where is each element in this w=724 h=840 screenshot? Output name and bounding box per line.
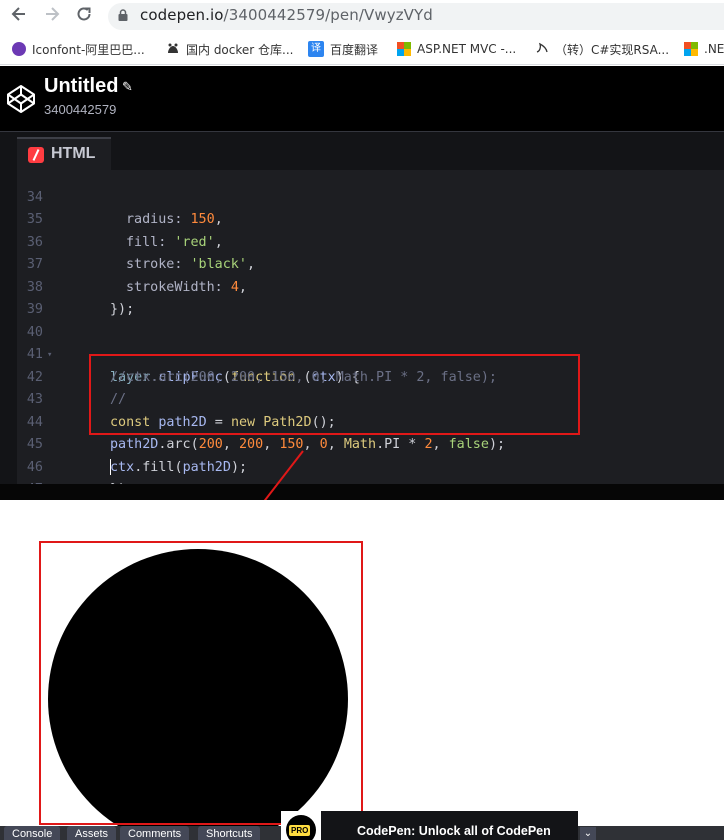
microsoft-icon <box>397 42 411 56</box>
bookmark-label: .NE <box>704 42 724 56</box>
code-line: 39 <box>17 277 717 317</box>
iconfont-icon <box>12 42 26 56</box>
back-arrow-icon[interactable] <box>8 5 30 27</box>
url-host: codepen.io <box>140 6 224 24</box>
code-line: 40 ▾ layer.clipFunc(function (ctx) { <box>17 299 717 385</box>
bookmark-label: 国内 docker 仓库... <box>186 42 294 57</box>
blog-icon <box>535 41 549 57</box>
tab-html-label: HTML <box>51 145 96 162</box>
code-line: 38 }); <box>17 254 717 318</box>
pro-badge-icon: PRO <box>286 815 316 840</box>
bookmark-aspnet[interactable]: ASP.NET MVC -... <box>397 40 516 58</box>
comments-button[interactable]: Comments <box>120 826 190 840</box>
bookmark-label: （转）C#实现RSA... <box>555 42 670 57</box>
code-line: 35 fill: 'red', <box>17 187 717 250</box>
code-line: 36 stroke: 'black', <box>17 209 717 273</box>
forward-arrow-icon[interactable] <box>41 5 63 27</box>
url-path: /3400442579/pen/VwyzVYd <box>223 6 433 24</box>
editor-resize-bar[interactable] <box>0 484 724 500</box>
bookmark-label: 百度翻译 <box>330 42 379 57</box>
translate-icon: 译 <box>308 41 324 57</box>
pen-owner[interactable]: 3400442579 <box>44 102 116 117</box>
pro-promo-text[interactable]: CodePen: Unlock all of CodePen <box>357 824 551 838</box>
code-line: 37 strokeWidth: 4, <box>17 232 717 295</box>
edit-pencil-icon[interactable]: ✎ <box>122 80 133 95</box>
pro-badge-label: PRO <box>289 825 311 836</box>
close-toast-icon[interactable]: ⌄ <box>580 827 596 840</box>
codepen-logo-icon[interactable] <box>6 84 36 114</box>
editor-side-gutter <box>0 170 17 486</box>
bookmark-dotnet[interactable]: .NE <box>684 40 724 58</box>
code-line: 34 radius: 150, <box>17 164 717 228</box>
code-editor[interactable]: 34 radius: 150, 35 fill: 'red', 36 strok… <box>17 170 724 498</box>
bookmark-label: Iconfont-阿里巴巴... <box>32 42 145 57</box>
assets-button[interactable]: Assets <box>67 826 117 840</box>
lock-icon[interactable] <box>118 9 128 21</box>
console-button[interactable]: Console <box>4 826 61 840</box>
shortcuts-button[interactable]: Shortcuts <box>198 826 261 840</box>
code-highlight-annotation <box>89 354 580 435</box>
codepen-header: Untitled ✎ 3400442579 <box>0 66 724 132</box>
bookmark-iconfont[interactable]: Iconfont-阿里巴巴... <box>12 40 145 58</box>
code-line: 47 <box>17 457 717 497</box>
bookmarks-bar: Iconfont-阿里巴巴... 国内 docker 仓库... 译 百度翻译 … <box>0 33 724 65</box>
preview-highlight-annotation <box>39 541 363 825</box>
bookmark-baidu-translate[interactable]: 译 百度翻译 <box>308 40 378 58</box>
bookmark-docker[interactable]: 国内 docker 仓库... <box>166 40 293 58</box>
bookmark-label: ASP.NET MVC -... <box>417 42 517 56</box>
code-line: 41 //ctx.arc(200, 200, 150, 0, Math.PI *… <box>17 322 717 385</box>
docker-icon <box>166 43 180 55</box>
url-text[interactable]: codepen.io/3400442579/pen/VwyzVYd <box>140 6 433 24</box>
code-line: 46 }); <box>17 434 717 498</box>
bookmark-csharp-rsa[interactable]: （转）C#实现RSA... <box>535 40 669 58</box>
html-icon <box>28 147 44 163</box>
browser-toolbar: codepen.io/3400442579/pen/VwyzVYd <box>0 0 724 33</box>
reload-icon[interactable] <box>73 5 95 27</box>
microsoft-icon <box>684 42 698 56</box>
pen-title[interactable]: Untitled <box>44 75 118 98</box>
